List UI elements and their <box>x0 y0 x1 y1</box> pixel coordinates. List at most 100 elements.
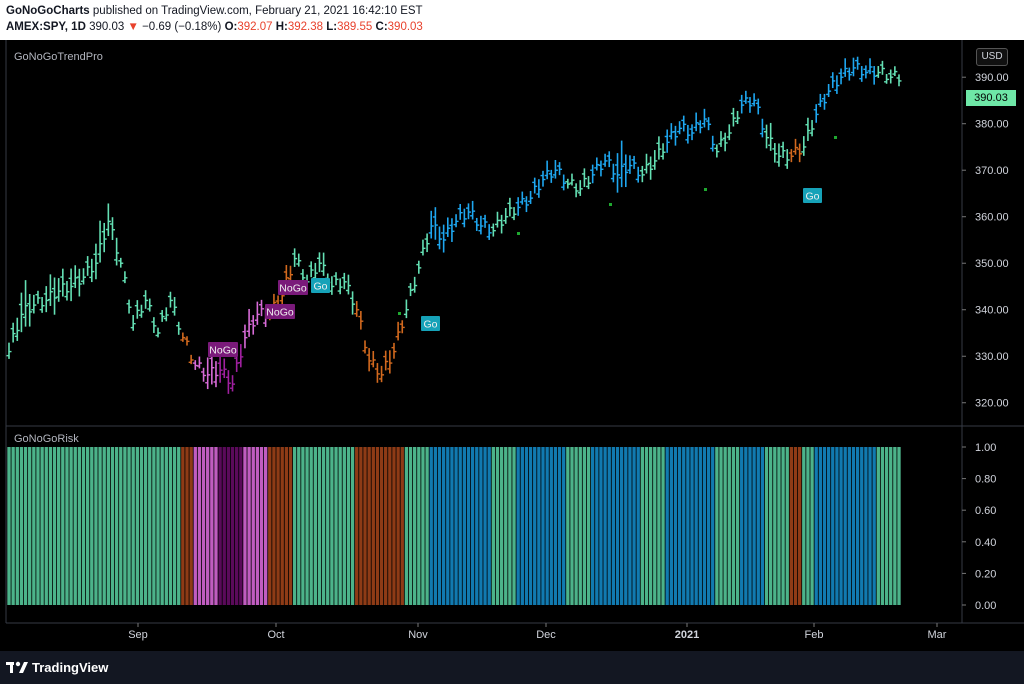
risk-bar <box>346 447 351 605</box>
tradingview-logo-icon[interactable] <box>6 659 28 675</box>
risk-bar <box>553 447 558 605</box>
risk-bar <box>562 447 566 605</box>
risk-bar <box>94 447 98 605</box>
risk-bar <box>636 447 640 605</box>
risk-tick-label: 0.80 <box>975 474 996 486</box>
risk-bar <box>802 447 806 605</box>
risk-bar <box>512 447 516 605</box>
price-tick-label: 330.00 <box>975 351 1009 363</box>
risk-bar <box>268 447 272 605</box>
risk-bar <box>533 447 537 605</box>
risk-bar <box>404 447 409 605</box>
risk-bar <box>61 447 65 605</box>
risk-bar <box>677 447 682 605</box>
risk-bar <box>615 447 620 605</box>
risk-bar <box>379 447 384 605</box>
symbol-label: AMEX:SPY, 1D <box>6 21 86 33</box>
risk-bar <box>520 447 524 605</box>
risk-bar <box>334 447 338 605</box>
currency-button[interactable]: USD <box>976 48 1008 66</box>
risk-bar <box>131 447 135 605</box>
risk-bar <box>669 447 673 605</box>
risk-bar <box>326 447 330 605</box>
price-tick-label: 340.00 <box>975 305 1009 317</box>
risk-bar <box>855 447 860 605</box>
risk-bar <box>375 447 380 605</box>
risk-bar <box>673 447 678 605</box>
risk-bar <box>682 447 686 605</box>
risk-bar <box>309 447 313 605</box>
continuation-dot <box>517 232 520 235</box>
risk-bar <box>868 447 872 605</box>
risk-bar <box>330 447 334 605</box>
risk-bar <box>789 447 794 605</box>
risk-bar <box>90 447 94 605</box>
risk-bar <box>44 447 48 605</box>
risk-bar <box>723 447 727 605</box>
risk-bar <box>777 447 781 605</box>
risk-bar <box>727 447 731 605</box>
risk-bar <box>826 447 831 605</box>
risk-bar <box>769 447 773 605</box>
risk-bar <box>752 447 756 605</box>
risk-bar <box>263 447 268 605</box>
risk-bar <box>359 447 363 605</box>
continuation-dot <box>704 188 707 191</box>
risk-bar <box>504 447 508 605</box>
risk-bar <box>508 447 512 605</box>
risk-bar <box>599 447 603 605</box>
risk-bar <box>884 447 889 605</box>
price-tick-label: 320.00 <box>975 398 1009 410</box>
risk-tick-label: 0.00 <box>975 600 996 612</box>
risk-bar <box>148 447 152 605</box>
time-tick-label: Dec <box>536 629 556 641</box>
risk-bar <box>437 447 442 605</box>
risk-bar <box>793 447 798 605</box>
risk-bar <box>744 447 748 605</box>
publisher-name[interactable]: GoNoGoCharts <box>6 5 90 17</box>
risk-bar <box>255 447 260 605</box>
risk-bar <box>624 447 628 605</box>
risk-bar <box>15 447 19 605</box>
risk-bar <box>731 447 736 605</box>
risk-bar <box>719 447 723 605</box>
risk-bar <box>292 447 297 605</box>
risk-bar <box>413 447 417 605</box>
risk-tick-label: 0.40 <box>975 537 996 549</box>
risk-bar <box>230 447 235 605</box>
risk-bar <box>214 447 218 605</box>
risk-bar <box>586 447 591 605</box>
risk-bar <box>40 447 44 605</box>
signal-label-text: Go <box>313 281 327 293</box>
risk-bar <box>595 447 599 605</box>
risk-bar <box>524 447 529 605</box>
risk-bar <box>549 447 553 605</box>
risk-bar <box>342 447 346 605</box>
price-tick-label: 390.00 <box>975 72 1009 84</box>
tradingview-brand[interactable]: TradingView <box>32 660 108 675</box>
risk-bar <box>69 447 73 605</box>
risk-bar <box>797 447 802 605</box>
risk-bar <box>711 447 715 605</box>
risk-bar <box>619 447 624 605</box>
high-value: 392.38 <box>287 21 324 33</box>
risk-bar <box>611 447 616 605</box>
chart-canvas[interactable]: 320.00 330.00 340.00 350.00 360.00 370.00 380.… <box>0 40 1024 651</box>
chart-header: GoNoGoCharts published on TradingView.co… <box>0 0 1024 40</box>
risk-bar <box>259 447 264 605</box>
price-tick-label: 350.00 <box>975 258 1009 270</box>
risk-bar <box>421 447 425 605</box>
open-label: O: <box>224 21 238 33</box>
risk-bar <box>139 447 144 605</box>
risk-bar <box>396 447 400 605</box>
risk-bar <box>7 447 11 605</box>
signal-label-text: Go <box>805 191 819 203</box>
risk-bar <box>454 447 458 605</box>
risk-bar <box>172 447 177 605</box>
risk-bar <box>785 447 789 605</box>
risk-bar <box>152 447 156 605</box>
change-value: −0.69 (−0.18%) <box>142 21 222 33</box>
risk-bar <box>32 447 36 605</box>
risk-bar <box>251 447 255 605</box>
risk-bar <box>392 447 396 605</box>
